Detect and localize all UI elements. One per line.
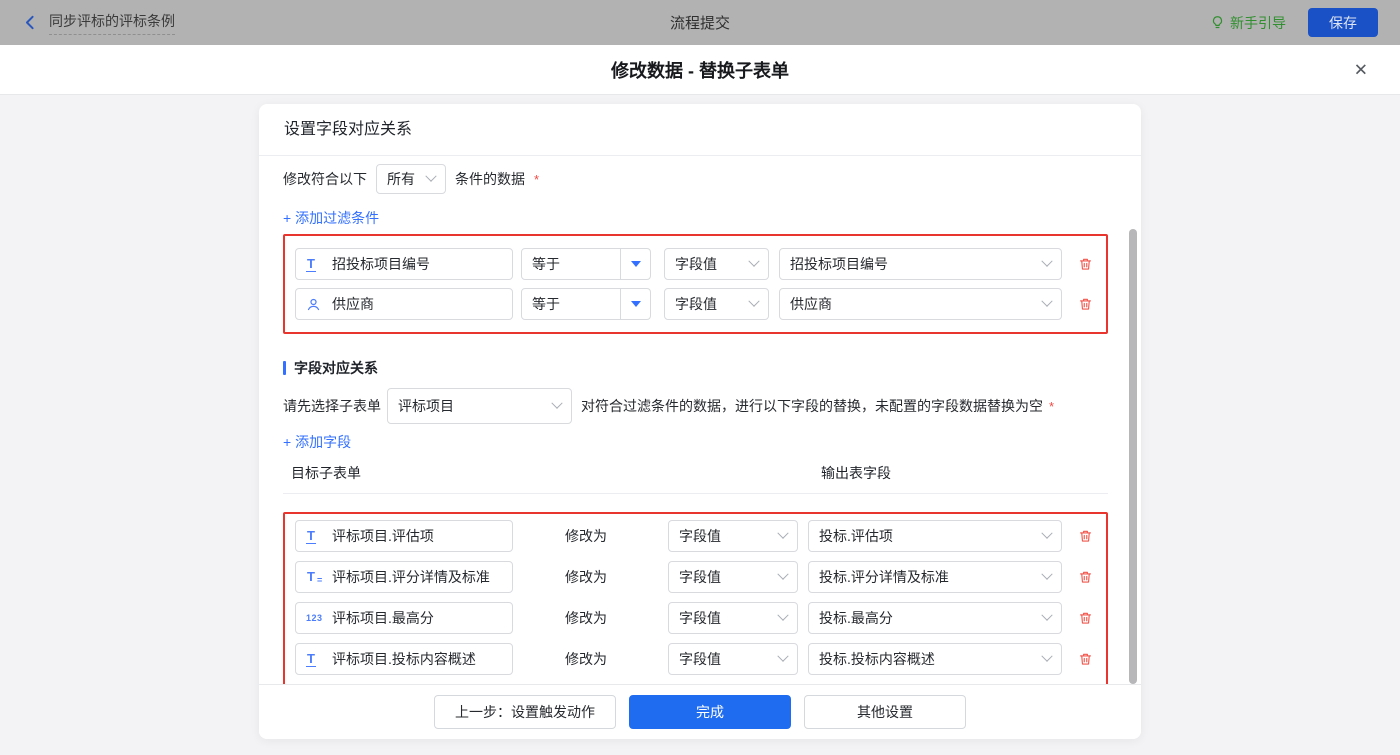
subform-select[interactable]: 评标项目 xyxy=(387,388,572,424)
guide-label: 新手引导 xyxy=(1230,13,1286,33)
filter-suffix-label: 条件的数据 xyxy=(455,169,525,189)
delete-row-icon[interactable] xyxy=(1074,256,1096,272)
panel-header: 设置字段对应关系 xyxy=(259,104,1141,156)
chevron-down-icon xyxy=(1041,528,1052,539)
output-field-select[interactable]: 投标.评估项 xyxy=(808,520,1062,552)
text-field-icon: T xyxy=(306,529,326,544)
modal-title: 修改数据 - 替换子表单 xyxy=(611,57,789,83)
filter-prefix-label: 修改符合以下 xyxy=(283,169,367,189)
operator-select[interactable]: 等于 xyxy=(521,288,651,320)
target-field-label: 评标项目.最高分 xyxy=(332,608,434,628)
filter-field-box[interactable]: T 招投标项目编号 xyxy=(295,248,513,280)
scrollbar-thumb[interactable] xyxy=(1129,229,1137,684)
done-button[interactable]: 完成 xyxy=(629,695,791,729)
filter-field-label: 招投标项目编号 xyxy=(332,254,430,274)
field-mapping-row: 123 评标项目.最高分 修改为 字段值 投标.最高分 xyxy=(295,602,1096,634)
delete-row-icon[interactable] xyxy=(1074,569,1096,585)
target-field-box[interactable]: T 评标项目.评估项 xyxy=(295,520,513,552)
field-mapping-row: T 评标项目.评估项 修改为 字段值 投标.评估项 xyxy=(295,520,1096,552)
chevron-down-icon xyxy=(748,296,759,307)
text-field-icon: T xyxy=(306,257,326,272)
value-type-select[interactable]: 字段值 xyxy=(668,602,798,634)
text-field-icon: T xyxy=(306,652,326,667)
chevron-down-icon xyxy=(777,528,788,539)
modify-data-modal: 修改数据 - 替换子表单 ✕ 设置字段对应关系 修改符合以下 所有 条件的数据 … xyxy=(0,45,1400,755)
add-filter-condition-link[interactable]: + 添加过滤条件 xyxy=(283,208,379,228)
field-mapping-row: T= 评标项目.评分详情及标准 修改为 字段值 投标.评分详情及标准 xyxy=(295,561,1096,593)
target-field-label: 评标项目.评分详情及标准 xyxy=(332,567,490,587)
operator-label: 等于 xyxy=(522,249,620,279)
member-field-icon xyxy=(306,297,326,312)
chevron-down-icon xyxy=(777,610,788,621)
number-field-icon: 123 xyxy=(306,614,326,623)
chevron-down-icon xyxy=(777,569,788,580)
output-field-select[interactable]: 投标.最高分 xyxy=(808,602,1062,634)
value-type-select[interactable]: 字段值 xyxy=(664,288,769,320)
chevron-down-icon xyxy=(1041,610,1052,621)
chevron-down-icon xyxy=(620,289,650,319)
delete-row-icon[interactable] xyxy=(1074,528,1096,544)
value-type-select[interactable]: 字段值 xyxy=(668,561,798,593)
filter-field-label: 供应商 xyxy=(332,294,374,314)
field-mapping-panel: 设置字段对应关系 修改符合以下 所有 条件的数据 * + 添加过滤条件 T 招投 xyxy=(259,104,1141,739)
beginner-guide-link[interactable]: 新手引导 xyxy=(1210,13,1286,33)
flow-title[interactable]: 同步评标的评标条例 xyxy=(49,11,175,35)
subform-label: 请先选择子表单 xyxy=(283,396,381,416)
chevron-down-icon xyxy=(777,651,788,662)
section-marker xyxy=(283,361,286,375)
target-field-box[interactable]: T 评标项目.投标内容概述 xyxy=(295,643,513,675)
chevron-down-icon xyxy=(1041,256,1052,267)
target-field-label: 评标项目.投标内容概述 xyxy=(332,649,476,669)
required-mark: * xyxy=(534,172,539,187)
modify-as-label: 修改为 xyxy=(565,649,668,669)
mapping-description: 对符合过滤条件的数据，进行以下字段的替换，未配置的字段数据替换为空 xyxy=(581,396,1043,416)
filter-field-box[interactable]: 供应商 xyxy=(295,288,513,320)
chevron-down-icon xyxy=(1041,296,1052,307)
target-field-box[interactable]: T= 评标项目.评分详情及标准 xyxy=(295,561,513,593)
chevron-down-icon xyxy=(551,398,562,409)
value-select[interactable]: 招投标项目编号 xyxy=(779,248,1062,280)
delete-row-icon[interactable] xyxy=(1074,651,1096,667)
chevron-down-icon xyxy=(1041,651,1052,662)
modify-as-label: 修改为 xyxy=(565,567,668,587)
field-mapping-row: T 评标项目.投标内容概述 修改为 字段值 投标.投标内容概述 xyxy=(295,643,1096,675)
modify-as-label: 修改为 xyxy=(565,608,668,628)
previous-step-button[interactable]: 上一步：设置触发动作 xyxy=(434,695,616,729)
operator-label: 等于 xyxy=(522,289,620,319)
filter-conditions-group: T 招投标项目编号 等于 字段值 招投标项目编号 供应商 等于 字段值 xyxy=(283,234,1108,334)
target-field-box[interactable]: 123 评标项目.最高分 xyxy=(295,602,513,634)
required-mark: * xyxy=(1049,399,1054,414)
chevron-down-icon xyxy=(620,249,650,279)
add-field-link[interactable]: + 添加字段 xyxy=(283,432,351,452)
modify-as-label: 修改为 xyxy=(565,526,668,546)
mapping-section-title: 字段对应关系 xyxy=(294,358,378,378)
close-icon[interactable]: ✕ xyxy=(1354,61,1368,78)
field-mapping-group: T 评标项目.评估项 修改为 字段值 投标.评估项 T= 评标项目.评分详情及标… xyxy=(283,512,1108,687)
match-mode-select[interactable]: 所有 xyxy=(376,164,446,194)
value-type-select[interactable]: 字段值 xyxy=(664,248,769,280)
target-field-label: 评标项目.评估项 xyxy=(332,526,434,546)
value-type-select[interactable]: 字段值 xyxy=(668,520,798,552)
page-title: 流程提交 xyxy=(670,12,730,33)
column-target-subform: 目标子表单 xyxy=(291,463,361,483)
chevron-down-icon xyxy=(748,256,759,267)
chevron-down-icon xyxy=(1041,569,1052,580)
chevron-down-icon xyxy=(425,171,436,182)
topbar: 同步评标的评标条例 流程提交 新手引导 保存 xyxy=(0,0,1400,45)
output-field-select[interactable]: 投标.评分详情及标准 xyxy=(808,561,1062,593)
delete-row-icon[interactable] xyxy=(1074,610,1096,626)
lightbulb-icon xyxy=(1210,15,1225,30)
operator-select[interactable]: 等于 xyxy=(521,248,651,280)
filter-condition-row: 供应商 等于 字段值 供应商 xyxy=(295,288,1096,320)
value-select[interactable]: 供应商 xyxy=(779,288,1062,320)
output-field-select[interactable]: 投标.投标内容概述 xyxy=(808,643,1062,675)
back-icon[interactable] xyxy=(22,14,39,31)
column-output-field: 输出表字段 xyxy=(821,463,891,483)
other-settings-button[interactable]: 其他设置 xyxy=(804,695,966,729)
save-button[interactable]: 保存 xyxy=(1308,8,1378,37)
delete-row-icon[interactable] xyxy=(1074,296,1096,312)
value-type-select[interactable]: 字段值 xyxy=(668,643,798,675)
textarea-field-icon: T= xyxy=(306,570,326,585)
filter-condition-row: T 招投标项目编号 等于 字段值 招投标项目编号 xyxy=(295,248,1096,280)
